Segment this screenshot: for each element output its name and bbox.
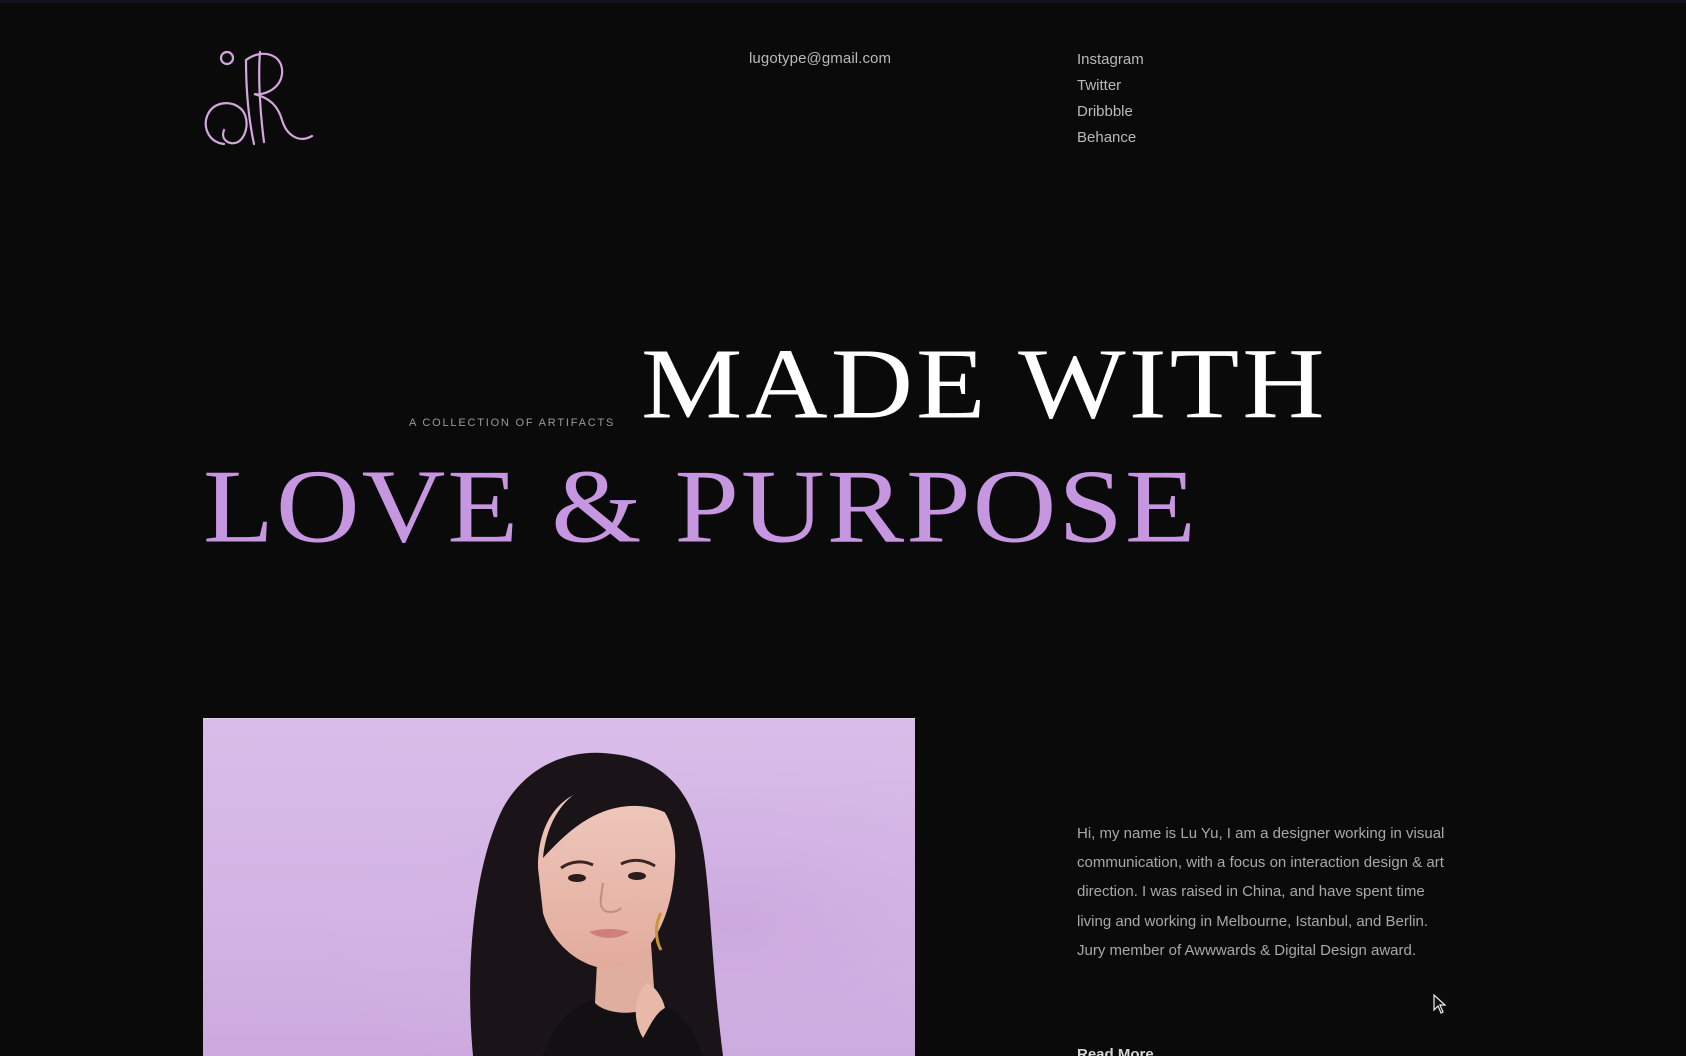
social-links-list: Instagram Twitter Dribbble Behance	[1077, 50, 1144, 154]
portrait-photo	[203, 718, 915, 1056]
mouse-cursor-icon	[1433, 993, 1447, 1014]
social-item-instagram: Instagram	[1077, 50, 1144, 76]
twitter-link[interactable]: Twitter	[1077, 77, 1121, 94]
email-link[interactable]: lugotype@gmail.com	[749, 50, 891, 67]
social-item-behance: Behance	[1077, 128, 1144, 154]
top-edge-bar	[0, 0, 1686, 3]
social-item-dribbble: Dribbble	[1077, 102, 1144, 128]
dribbble-link[interactable]: Dribbble	[1077, 103, 1133, 120]
hero-headline-line2: LOVE & PURPOSE	[203, 449, 1198, 565]
monogram-logo-icon[interactable]	[200, 46, 315, 148]
instagram-link[interactable]: Instagram	[1077, 51, 1144, 68]
hero-eyebrow: A COLLECTION OF ARTIFACTS	[409, 417, 616, 429]
read-more-link[interactable]: Read More	[1077, 1046, 1154, 1056]
bio-text: Hi, my name is Lu Yu, I am a designer wo…	[1077, 825, 1445, 959]
behance-link[interactable]: Behance	[1077, 129, 1136, 146]
social-item-twitter: Twitter	[1077, 76, 1144, 102]
hero-headline-line1: MADE WITH	[641, 327, 1328, 440]
